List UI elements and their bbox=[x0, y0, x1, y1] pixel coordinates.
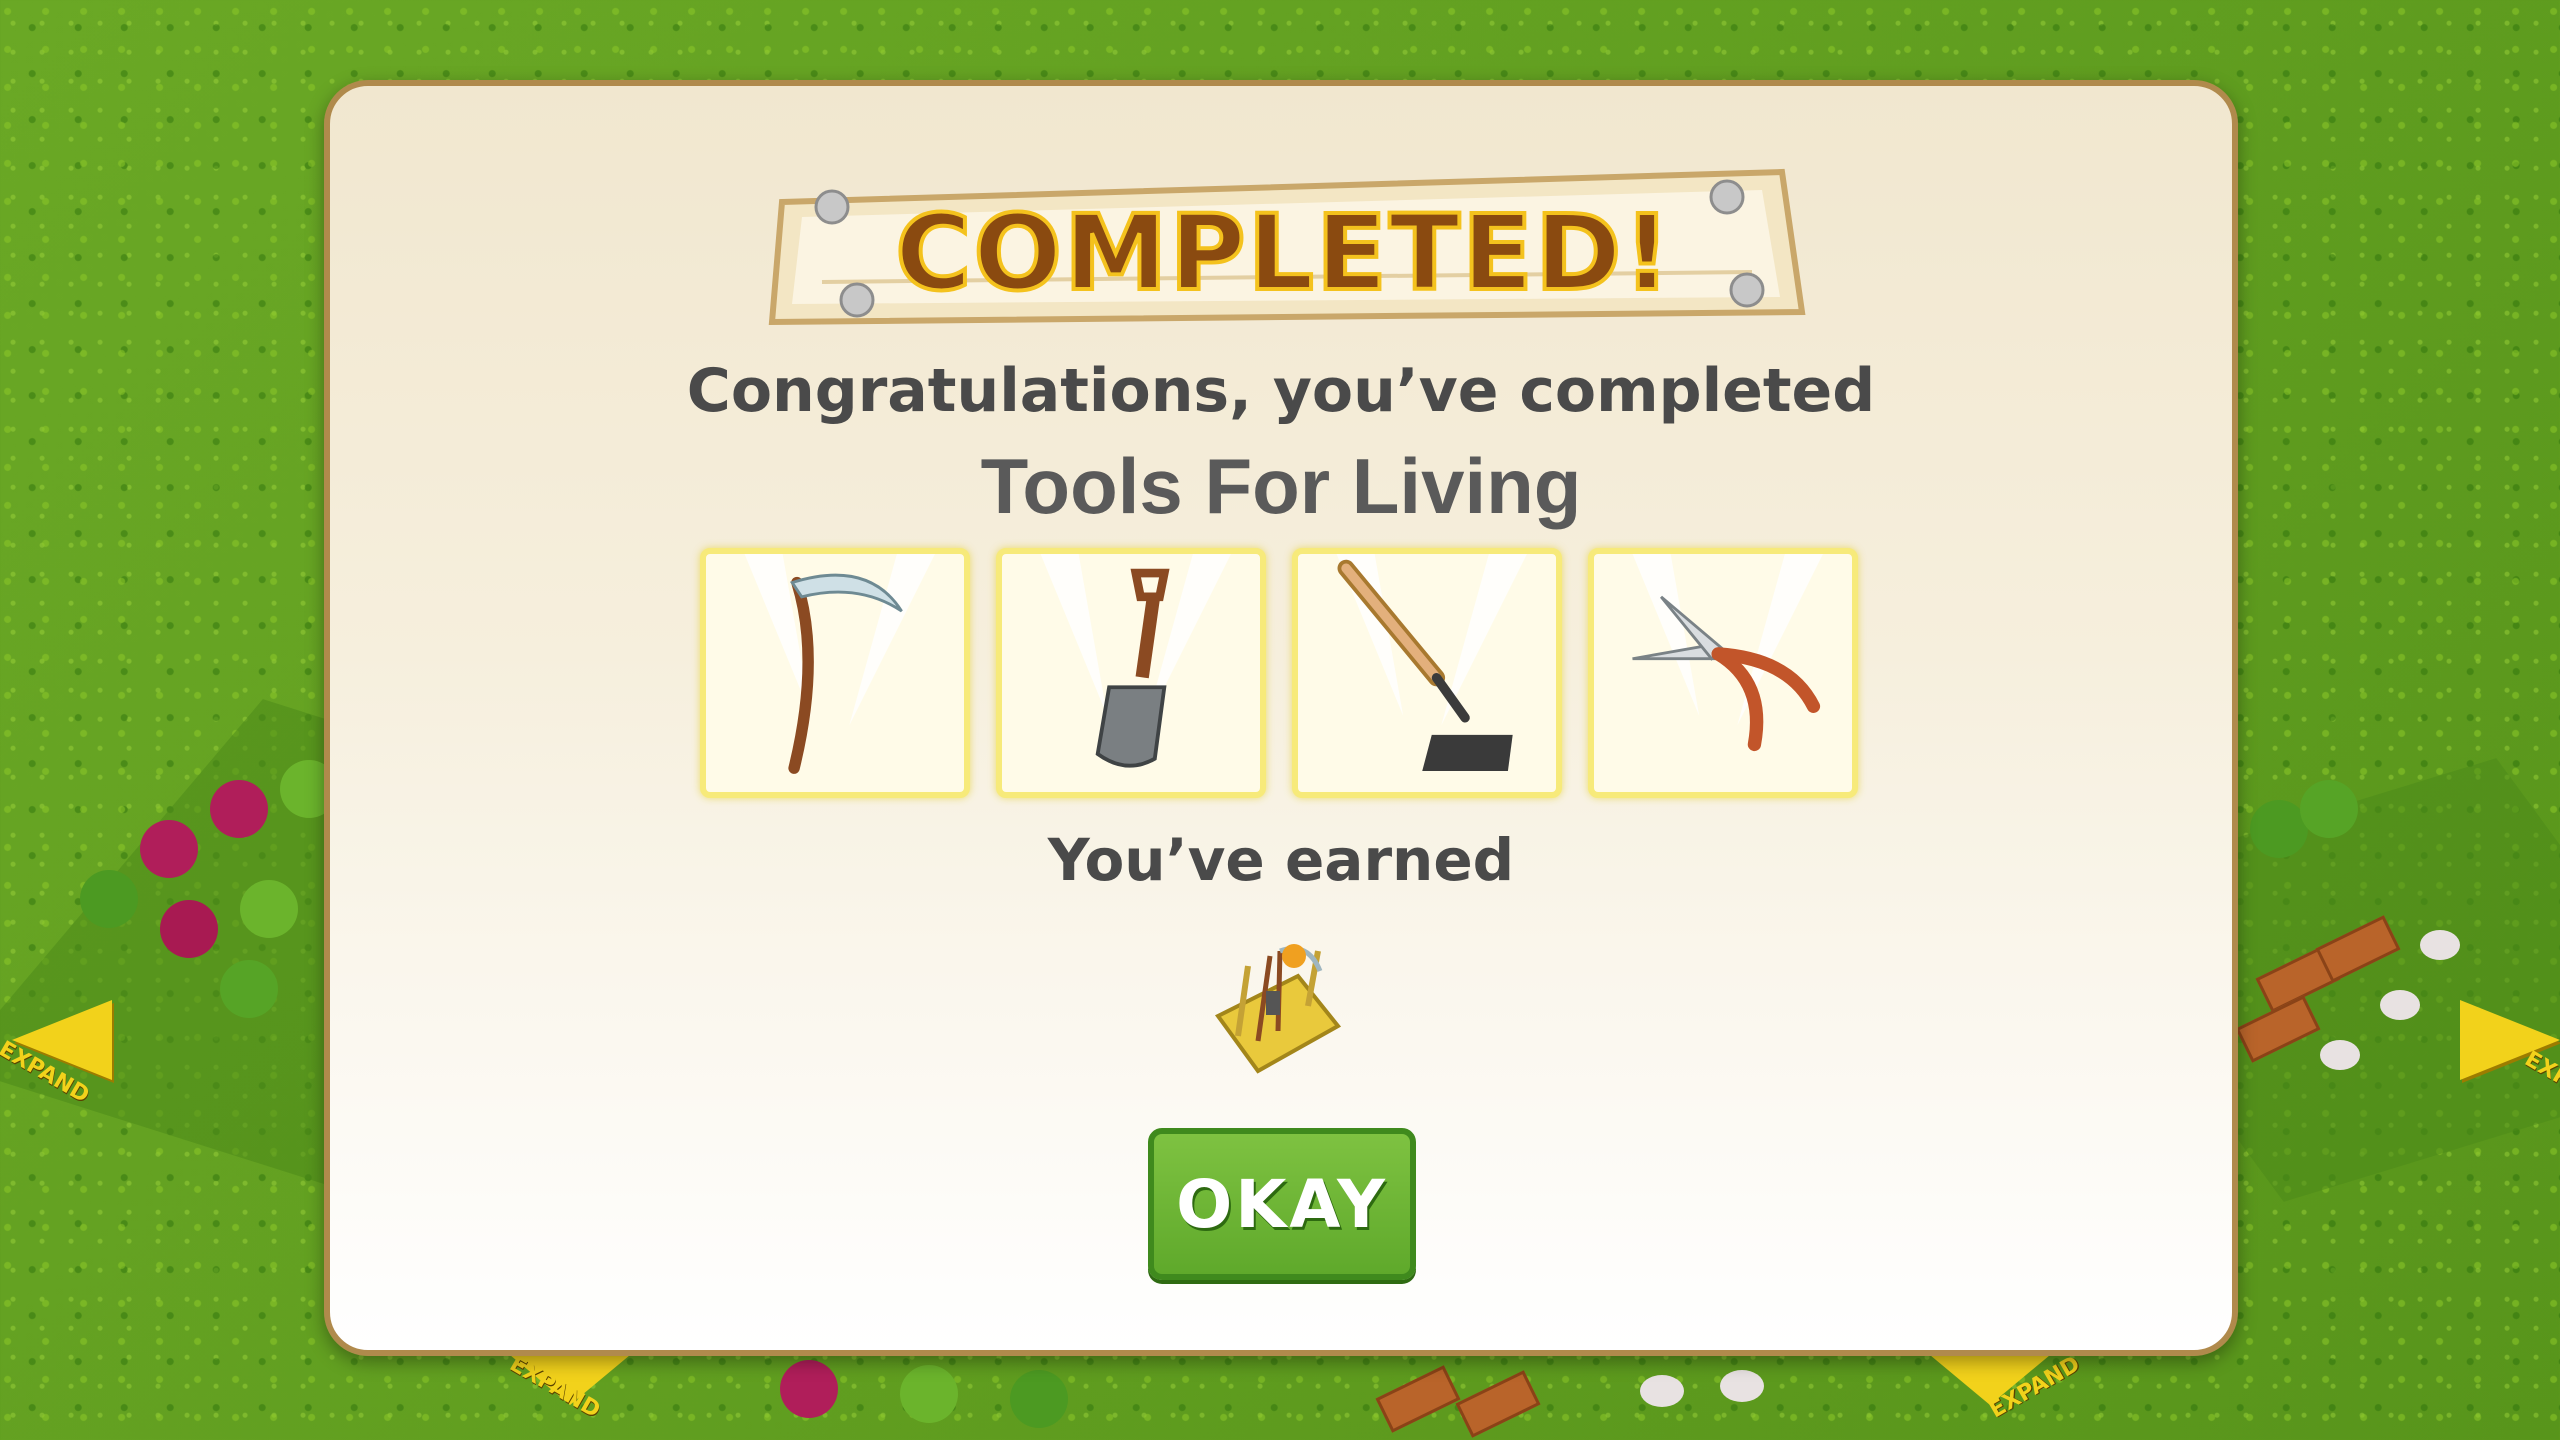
okay-button[interactable]: OKAY bbox=[1148, 1128, 1416, 1280]
crop-cluster bbox=[2380, 990, 2420, 1020]
scythe-icon bbox=[744, 554, 935, 774]
collection-items bbox=[700, 548, 1870, 804]
congrats-message: Congratulations, you’ve completed bbox=[686, 356, 1876, 426]
earned-label: You’ve earned bbox=[1047, 826, 1515, 894]
shovel-icon bbox=[1040, 554, 1231, 768]
item-tile-hoe bbox=[1292, 548, 1562, 798]
reward-item bbox=[1208, 936, 1348, 1076]
berry-bush bbox=[160, 900, 218, 958]
crop-cluster bbox=[1640, 1375, 1684, 1407]
completed-banner: COMPLETED! bbox=[762, 162, 1806, 332]
hoe-icon bbox=[1336, 554, 1527, 772]
fruit-tree bbox=[240, 880, 298, 938]
berry-bush bbox=[210, 780, 268, 838]
collection-name: Tools For Living bbox=[980, 442, 1582, 530]
fruit-tree bbox=[2300, 780, 2358, 838]
soil-plot bbox=[1455, 1370, 1541, 1438]
crop-cluster bbox=[2420, 930, 2460, 960]
fruit-tree bbox=[900, 1365, 958, 1423]
soil-plot bbox=[1375, 1365, 1461, 1433]
fruit-tree bbox=[80, 870, 138, 928]
berry-bush bbox=[780, 1360, 838, 1418]
item-tile-shears bbox=[1588, 548, 1858, 798]
tool-rack-icon bbox=[1214, 944, 1342, 1074]
fruit-tree bbox=[220, 960, 278, 1018]
crop-cluster bbox=[1720, 1370, 1764, 1402]
item-tile-scythe bbox=[700, 548, 970, 798]
collection-complete-dialog: COMPLETED! Congratulations, you’ve compl… bbox=[324, 80, 2238, 1356]
fruit-tree bbox=[1010, 1370, 1068, 1428]
item-tile-shovel bbox=[996, 548, 1266, 798]
crop-cluster bbox=[2320, 1040, 2360, 1070]
shears-icon bbox=[1632, 554, 1823, 752]
banner-title: COMPLETED! bbox=[893, 190, 1673, 316]
berry-bush bbox=[140, 820, 198, 878]
